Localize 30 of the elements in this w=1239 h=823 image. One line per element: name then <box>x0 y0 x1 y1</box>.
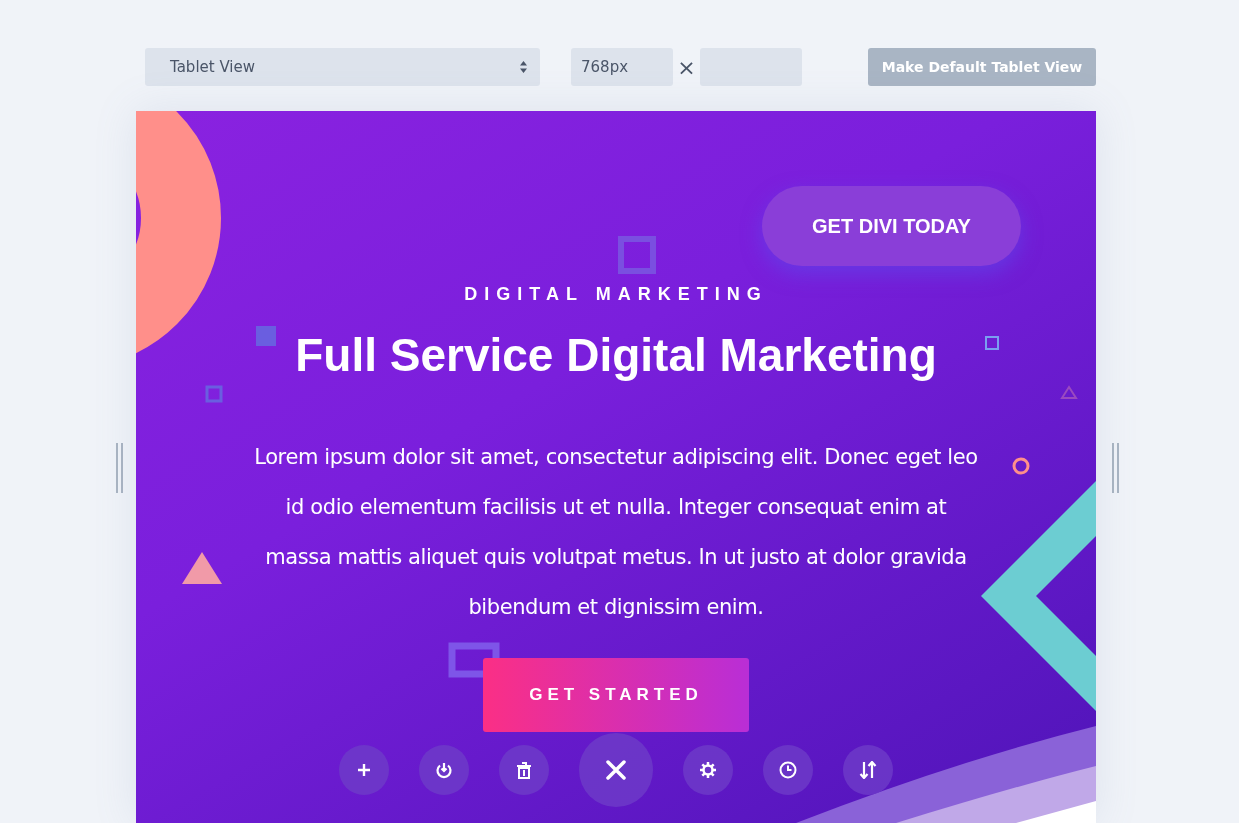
triangle-outline-shape <box>1060 385 1078 399</box>
view-select[interactable]: Tablet View <box>145 48 540 86</box>
up-down-arrows-icon <box>859 761 877 779</box>
power-icon <box>435 761 453 779</box>
triangle-shape <box>182 552 222 584</box>
plus-icon <box>357 763 371 777</box>
ring-shape <box>1012 457 1030 475</box>
square-outline-shape <box>985 336 999 350</box>
get-started-button[interactable]: GET STARTED <box>483 658 749 732</box>
hero-paragraph: Lorem ipsum dolor sit amet, consectetur adipiscing elit. Donec eget leo id odio elementum facilisis ut et nulla. Integer consequat enim at massa mattis aliquet quis volutpat metus. In ut justo at dolor gravida bibendum et dignissim enim. <box>253 444 979 621</box>
dimension-separator: × <box>676 54 697 80</box>
square-shape <box>256 326 276 346</box>
sort-button[interactable] <box>843 745 893 795</box>
eyebrow-text: DIGITAL MARKETING <box>464 284 768 305</box>
width-field[interactable]: 768px <box>571 48 673 86</box>
power-button[interactable] <box>419 745 469 795</box>
sort-caret-icon <box>519 60 528 74</box>
history-button[interactable] <box>763 745 813 795</box>
delete-button[interactable] <box>499 745 549 795</box>
settings-button[interactable] <box>683 745 733 795</box>
settings-icon <box>699 761 717 779</box>
square-outline-shape <box>205 385 223 403</box>
resize-handle[interactable] <box>116 443 123 493</box>
get-divi-button[interactable]: GET DIVI TODAY <box>762 186 1021 266</box>
close-icon <box>606 760 626 780</box>
trash-icon <box>516 761 532 779</box>
square-outline-shape <box>618 236 656 274</box>
hero-title: Full Service Digital Marketing <box>295 328 937 382</box>
clock-icon <box>779 761 797 779</box>
resize-handle[interactable] <box>1112 443 1119 493</box>
